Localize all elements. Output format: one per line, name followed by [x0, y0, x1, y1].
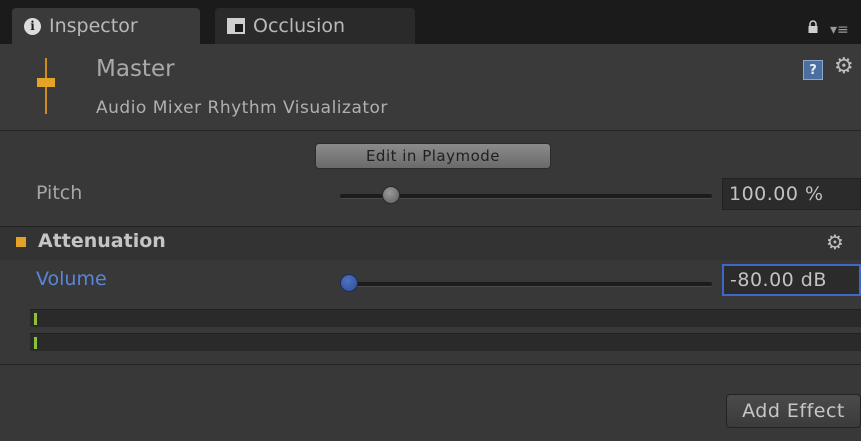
component-title: Master [96, 56, 175, 82]
help-icon[interactable]: ? [803, 60, 823, 80]
component-subtitle: Audio Mixer Rhythm Visualizator [96, 98, 388, 118]
edit-in-playmode-button[interactable]: Edit in Playmode [315, 143, 551, 169]
occlusion-icon [227, 18, 245, 34]
lock-icon[interactable] [806, 20, 820, 34]
level-meter [30, 309, 861, 327]
volume-slider-track[interactable] [340, 282, 712, 287]
gear-icon[interactable]: ⚙ [834, 54, 854, 79]
tab-occlusion[interactable]: Occlusion [215, 8, 415, 44]
tab-inspector-label: Inspector [49, 15, 138, 37]
attenuation-title: Attenuation [38, 230, 166, 252]
audio-mixer-icon [37, 58, 55, 114]
level-meter-fill [34, 313, 37, 325]
add-effect-button[interactable]: Add Effect [726, 394, 861, 428]
pitch-label: Pitch [36, 182, 83, 204]
info-icon: i [24, 17, 41, 35]
divider [0, 130, 861, 131]
volume-value-field[interactable]: -80.00 dB [722, 264, 861, 296]
volume-label: Volume [36, 268, 107, 290]
tab-occlusion-label: Occlusion [253, 15, 346, 37]
gear-icon[interactable]: ⚙ [826, 230, 844, 254]
menu-icon[interactable]: ▾≡ [830, 22, 856, 38]
attenuation-color-marker [16, 237, 26, 247]
volume-slider-thumb[interactable] [340, 274, 358, 292]
pitch-slider-thumb[interactable] [382, 186, 401, 204]
pitch-value-field[interactable]: 100.00 % [722, 178, 861, 210]
tab-inspector[interactable]: i Inspector [12, 8, 200, 44]
divider [0, 364, 861, 365]
level-meter [30, 333, 861, 351]
level-meter-fill [34, 337, 37, 349]
